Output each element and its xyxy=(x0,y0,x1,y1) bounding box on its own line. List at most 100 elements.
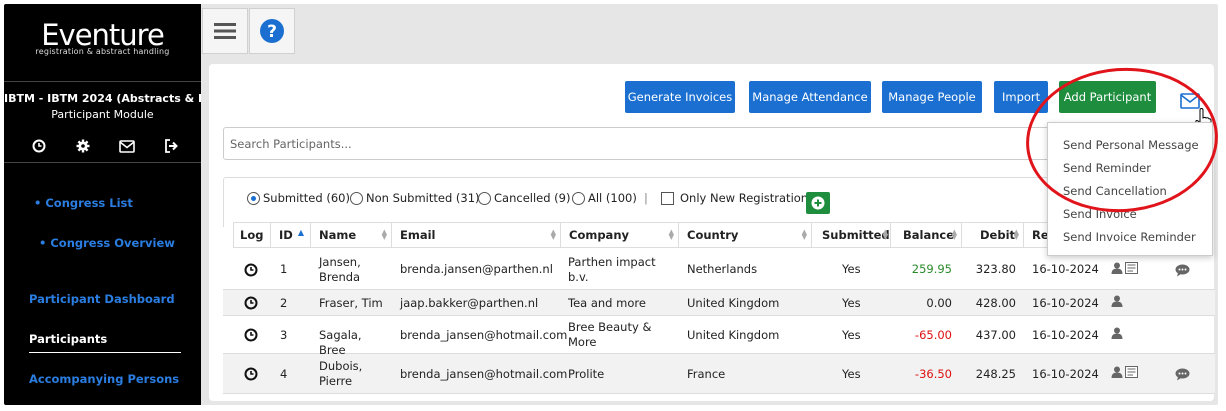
col-log: Log xyxy=(233,222,271,248)
gear-icon[interactable] xyxy=(74,137,92,155)
col-country[interactable]: Country ▲ ▼ xyxy=(679,222,812,248)
cell-id: 1 xyxy=(280,262,288,276)
cell-balance: 0.00 xyxy=(926,295,952,310)
cell-name: Fraser, Tim xyxy=(319,295,383,310)
log-clock-icon[interactable] xyxy=(244,367,258,381)
mail-icon[interactable] xyxy=(118,137,136,155)
person-icon[interactable] xyxy=(1111,366,1123,378)
person-icon[interactable] xyxy=(1111,295,1123,307)
cell-submitted: Yes xyxy=(842,262,861,276)
col-id[interactable]: ID ▲ xyxy=(271,222,311,248)
hamburger-icon xyxy=(214,23,236,39)
help-icon: ? xyxy=(260,19,284,43)
cell-name: Sagala, Bree xyxy=(319,327,362,357)
person-icon[interactable] xyxy=(1111,262,1123,274)
checkbox-icon xyxy=(661,191,674,205)
sidebar-item-congress-overview[interactable]: • Congress Overview xyxy=(39,236,236,250)
cell-balance: -65.00 xyxy=(914,327,952,342)
module-title: Participant Module xyxy=(51,108,154,121)
col-company[interactable]: Company ▲ ▼ xyxy=(561,222,679,248)
search-input[interactable] xyxy=(223,127,1063,160)
sort-icon: ▲ ▼ xyxy=(668,228,674,241)
generate-invoices-button[interactable]: Generate Invoices xyxy=(625,81,735,113)
sort-icon: ▲ ▼ xyxy=(1013,228,1019,241)
manage-attendance-button[interactable]: Manage Attendance xyxy=(749,81,871,113)
radio-icon xyxy=(572,191,585,205)
cell-email: brenda_jansen@hotmail.com xyxy=(400,366,568,381)
filter-label: Submitted (60) xyxy=(263,191,350,205)
col-email[interactable]: Email ▲ ▼ xyxy=(392,222,561,248)
cell-reg: 16-10-2024 xyxy=(1032,295,1099,310)
clock-icon[interactable] xyxy=(30,137,48,155)
sort-icon: ▲ ▼ xyxy=(801,228,807,241)
filter-cancelled[interactable]: Cancelled (9) xyxy=(478,191,570,205)
cell-submitted: Yes xyxy=(842,295,861,310)
checkbox-label: Only New Registrations xyxy=(680,191,815,205)
col-label: Name xyxy=(319,228,357,242)
cell-submitted: Yes xyxy=(842,366,861,381)
active-indicator xyxy=(29,352,181,353)
plus-circle-icon xyxy=(811,196,825,210)
log-clock-icon[interactable] xyxy=(244,263,258,277)
filter-separator: | xyxy=(644,191,648,205)
congress-title: IBTM - IBTM 2024 (Abstracts & Par... xyxy=(4,92,201,105)
cell-debit: 248.25 xyxy=(975,366,1016,381)
help-button[interactable]: ? xyxy=(249,8,295,54)
divider xyxy=(4,162,201,163)
svg-text:?: ? xyxy=(267,22,277,42)
col-label: Company xyxy=(569,228,629,242)
filter-non-submitted[interactable]: Non Submitted (31) xyxy=(350,191,480,205)
radio-icon xyxy=(247,191,260,205)
table-row[interactable] xyxy=(223,394,1215,411)
col-label: Balance xyxy=(903,228,955,242)
cell-reg: 16-10-2024 xyxy=(1032,327,1099,342)
cell-company: Prolite xyxy=(568,366,605,381)
col-debit[interactable]: Debit ▲ ▼ xyxy=(962,222,1024,248)
sidebar-item-accompanying-persons[interactable]: Accompanying Persons xyxy=(29,372,226,386)
sidebar-item-participant-dashboard[interactable]: Participant Dashboard xyxy=(29,292,226,306)
cell-name: Dubois, Pierre xyxy=(319,359,363,388)
comment-icon[interactable] xyxy=(1175,264,1190,277)
menu-toggle-button[interactable] xyxy=(202,8,248,54)
col-label: ID xyxy=(279,228,293,242)
sidebar-item-congress-list[interactable]: • Congress List xyxy=(34,196,231,210)
logout-icon[interactable] xyxy=(162,137,180,155)
cell-debit: 323.80 xyxy=(975,262,1016,276)
cell-balance: 259.95 xyxy=(911,262,952,276)
cell-id: 3 xyxy=(280,327,288,342)
cell-debit: 437.00 xyxy=(975,327,1016,342)
comment-icon[interactable] xyxy=(1175,368,1190,381)
col-balance[interactable]: Balance ▲ ▼ xyxy=(891,222,962,248)
sidebar-item-participants[interactable]: Participants xyxy=(29,332,226,346)
cell-country: United Kingdom xyxy=(687,295,780,310)
col-label: Country xyxy=(687,228,739,242)
invoice-icon[interactable] xyxy=(1125,261,1138,274)
cell-name: Jansen, Brenda xyxy=(319,254,361,284)
filter-label: Non Submitted (31) xyxy=(366,191,480,205)
col-submitted[interactable]: Submitted ▲ ▼ xyxy=(812,222,891,248)
sidebar-icon-bar xyxy=(30,137,180,155)
cell-email: jaap.bakker@parthen.nl xyxy=(400,295,539,310)
cell-id: 2 xyxy=(280,295,288,310)
log-clock-icon[interactable] xyxy=(244,296,258,310)
col-label: Email xyxy=(400,228,436,242)
cell-company: Bree Beauty & More xyxy=(568,320,652,349)
log-clock-icon[interactable] xyxy=(244,328,258,342)
sort-icon: ▲ ▼ xyxy=(882,228,888,241)
invoice-icon[interactable] xyxy=(1125,366,1138,378)
cell-id: 4 xyxy=(280,366,288,381)
filter-all[interactable]: All (100) xyxy=(572,191,637,205)
person-icon[interactable] xyxy=(1111,327,1123,339)
cell-balance: -36.50 xyxy=(914,366,952,381)
menu-item-send-invoice-reminder[interactable]: Send Invoice Reminder xyxy=(1063,230,1196,244)
cell-country: Netherlands xyxy=(687,262,758,276)
radio-icon xyxy=(350,191,363,205)
only-new-registrations-checkbox[interactable]: Only New Registrations xyxy=(661,191,814,205)
sort-icon: ▲ ▼ xyxy=(550,228,556,241)
filter-submitted[interactable]: Submitted (60) xyxy=(247,191,350,205)
add-filter-button[interactable] xyxy=(806,192,830,214)
logo-subtitle: registration & abstract handling xyxy=(35,47,170,56)
cell-email: brenda_jansen@hotmail.com xyxy=(400,327,568,342)
manage-people-button[interactable]: Manage People xyxy=(882,81,982,113)
col-name[interactable]: Name ▲ ▼ xyxy=(311,222,392,248)
